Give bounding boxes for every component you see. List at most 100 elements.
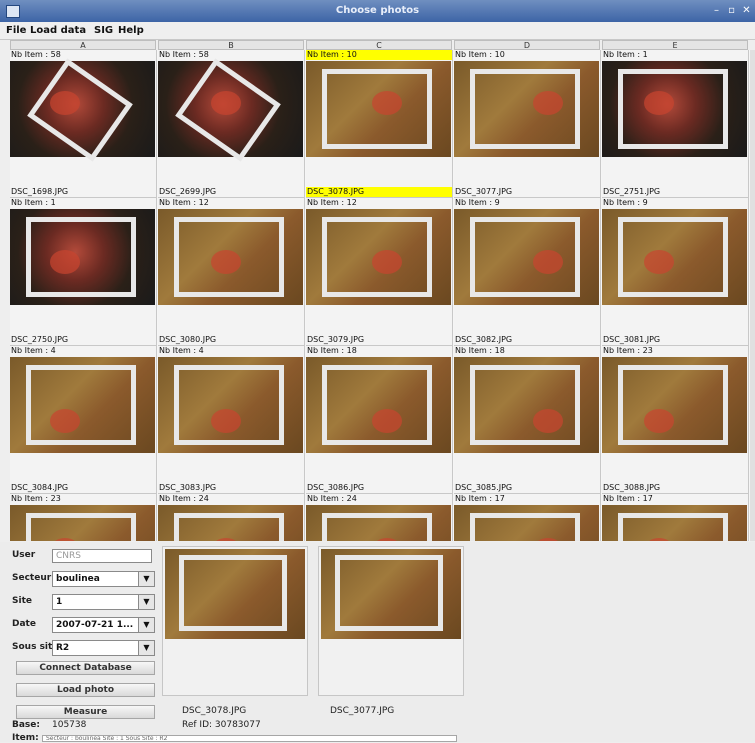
photo-cell[interactable]: Nb Item : 9 DSC_3082.JPG [454, 198, 601, 346]
photo-cell[interactable]: Nb Item : 58 DSC_2699.JPG [158, 50, 305, 198]
menu-help[interactable]: Help [118, 25, 144, 36]
item-count: Nb Item : 18 [455, 346, 505, 355]
site-select[interactable]: 1 ▼ [52, 594, 155, 610]
photo-thumbnail[interactable] [602, 505, 747, 541]
photo-thumbnail[interactable] [454, 61, 599, 157]
photo-filename: DSC_3083.JPG [159, 483, 217, 492]
preview-left-ref: Ref ID: 30783077 [182, 720, 261, 730]
photo-cell[interactable]: Nb Item : 58 DSC_1698.JPG [10, 50, 157, 198]
item-count: Nb Item : 23 [11, 494, 61, 503]
photo-thumbnail[interactable] [602, 209, 747, 305]
title-bar: Choose photos – ▫ ✕ [0, 0, 755, 22]
date-label: Date [12, 619, 36, 629]
chevron-down-icon[interactable]: ▼ [138, 595, 154, 609]
photo-thumbnail[interactable] [306, 357, 451, 453]
photo-thumbnail[interactable] [10, 357, 155, 453]
connect-database-button[interactable]: Connect Database [16, 661, 155, 675]
photo-cell[interactable]: Nb Item : 10 DSC_3078.JPG [306, 50, 453, 198]
column-header-a[interactable]: A [10, 40, 156, 50]
item-count: Nb Item : 24 [159, 494, 209, 503]
photo-thumbnail[interactable] [158, 58, 303, 162]
photo-thumbnail[interactable] [306, 61, 451, 157]
chevron-down-icon[interactable]: ▼ [138, 618, 154, 632]
photo-cell[interactable]: Nb Item : 24 [306, 494, 453, 541]
photo-cell[interactable]: Nb Item : 12 DSC_3079.JPG [306, 198, 453, 346]
photo-cell[interactable]: Nb Item : 1 DSC_2750.JPG [10, 198, 157, 346]
item-count: Nb Item : 24 [307, 494, 357, 503]
photo-thumbnail[interactable] [158, 357, 303, 453]
photo-grid: Nb Item : 58 DSC_1698.JPG Nb Item : 58 DSC_… [10, 50, 750, 541]
photo-cell[interactable]: Nb Item : 24 [158, 494, 305, 541]
photo-cell[interactable]: Nb Item : 9 DSC_3081.JPG [602, 198, 749, 346]
photo-filename: DSC_3080.JPG [159, 335, 217, 344]
status-bar: Secteur : boulinea Site : 1 Sous Site : … [42, 735, 457, 742]
photo-filename: DSC_3079.JPG [307, 335, 365, 344]
photo-thumbnail[interactable] [158, 209, 303, 305]
item-count: Nb Item : 10 [306, 50, 452, 60]
menu-sig[interactable]: SIG [94, 25, 113, 36]
photo-thumbnail[interactable] [454, 357, 599, 453]
photo-cell[interactable]: Nb Item : 23 DSC_3088.JPG [602, 346, 749, 494]
photo-cell[interactable]: Nb Item : 23 [10, 494, 157, 541]
item-count: Nb Item : 12 [159, 198, 209, 207]
preview-right[interactable] [318, 546, 464, 696]
measure-button[interactable]: Measure [16, 705, 155, 719]
photo-thumbnail[interactable] [158, 505, 303, 541]
photo-thumbnail[interactable] [454, 505, 599, 541]
base-value: 105738 [52, 720, 87, 730]
date-select[interactable]: 2007-07-21 1... ▼ [52, 617, 155, 633]
chevron-down-icon[interactable]: ▼ [138, 572, 154, 586]
photo-filename: DSC_3078.JPG [306, 187, 452, 197]
photo-filename: DSC_3084.JPG [11, 483, 69, 492]
maximize-icon[interactable]: ▫ [725, 5, 738, 16]
photo-cell[interactable]: Nb Item : 10 DSC_3077.JPG [454, 50, 601, 198]
item-count: Nb Item : 18 [307, 346, 357, 355]
chevron-down-icon[interactable]: ▼ [138, 641, 154, 655]
photo-thumbnail[interactable] [602, 357, 747, 453]
grid-scrollbar[interactable] [750, 50, 755, 541]
secteur-select[interactable]: boulinea ▼ [52, 571, 155, 587]
photo-cell[interactable]: Nb Item : 18 DSC_3086.JPG [306, 346, 453, 494]
photo-cell[interactable]: Nb Item : 17 [454, 494, 601, 541]
column-header-e[interactable]: E [602, 40, 748, 50]
item-count: Nb Item : 9 [455, 198, 500, 207]
column-header-b[interactable]: B [158, 40, 304, 50]
photo-cell[interactable]: Nb Item : 4 DSC_3083.JPG [158, 346, 305, 494]
photo-filename: DSC_2750.JPG [11, 335, 69, 344]
sous-site-select[interactable]: R2 ▼ [52, 640, 155, 656]
user-field[interactable]: CNRS [52, 549, 152, 563]
photo-thumbnail[interactable] [10, 58, 155, 162]
close-icon[interactable]: ✕ [740, 5, 753, 16]
preview-left-filename: DSC_3078.JPG [182, 706, 247, 716]
column-header-c[interactable]: C [306, 40, 452, 50]
column-headers: A B C D E [10, 40, 750, 50]
photo-filename: DSC_3081.JPG [603, 335, 661, 344]
window-title: Choose photos [335, 5, 420, 16]
photo-cell[interactable]: Nb Item : 4 DSC_3084.JPG [10, 346, 157, 494]
photo-thumbnail[interactable] [306, 505, 451, 541]
photo-cell[interactable]: Nb Item : 12 DSC_3080.JPG [158, 198, 305, 346]
item-count: Nb Item : 58 [159, 50, 209, 59]
item-count: Nb Item : 9 [603, 198, 648, 207]
item-count: Nb Item : 1 [603, 50, 648, 59]
photo-filename: DSC_1698.JPG [11, 187, 69, 196]
site-label: Site [12, 596, 32, 606]
menu-file[interactable]: File [6, 25, 26, 36]
user-label: User [12, 550, 36, 560]
photo-thumbnail[interactable] [602, 61, 747, 157]
load-photo-button[interactable]: Load photo [16, 683, 155, 697]
photo-thumbnail[interactable] [306, 209, 451, 305]
photo-cell[interactable]: Nb Item : 17 [602, 494, 749, 541]
photo-cell[interactable]: Nb Item : 18 DSC_3085.JPG [454, 346, 601, 494]
column-header-d[interactable]: D [454, 40, 600, 50]
photo-thumbnail[interactable] [10, 209, 155, 305]
photo-filename: DSC_3088.JPG [603, 483, 661, 492]
minimize-icon[interactable]: – [710, 5, 723, 16]
photo-filename: DSC_3082.JPG [455, 335, 513, 344]
preview-left[interactable] [162, 546, 308, 696]
menu-load-data[interactable]: Load data [30, 25, 86, 36]
photo-thumbnail[interactable] [454, 209, 599, 305]
photo-cell[interactable]: Nb Item : 1 DSC_2751.JPG [602, 50, 749, 198]
preview-right-image [321, 549, 461, 639]
photo-thumbnail[interactable] [10, 505, 155, 541]
